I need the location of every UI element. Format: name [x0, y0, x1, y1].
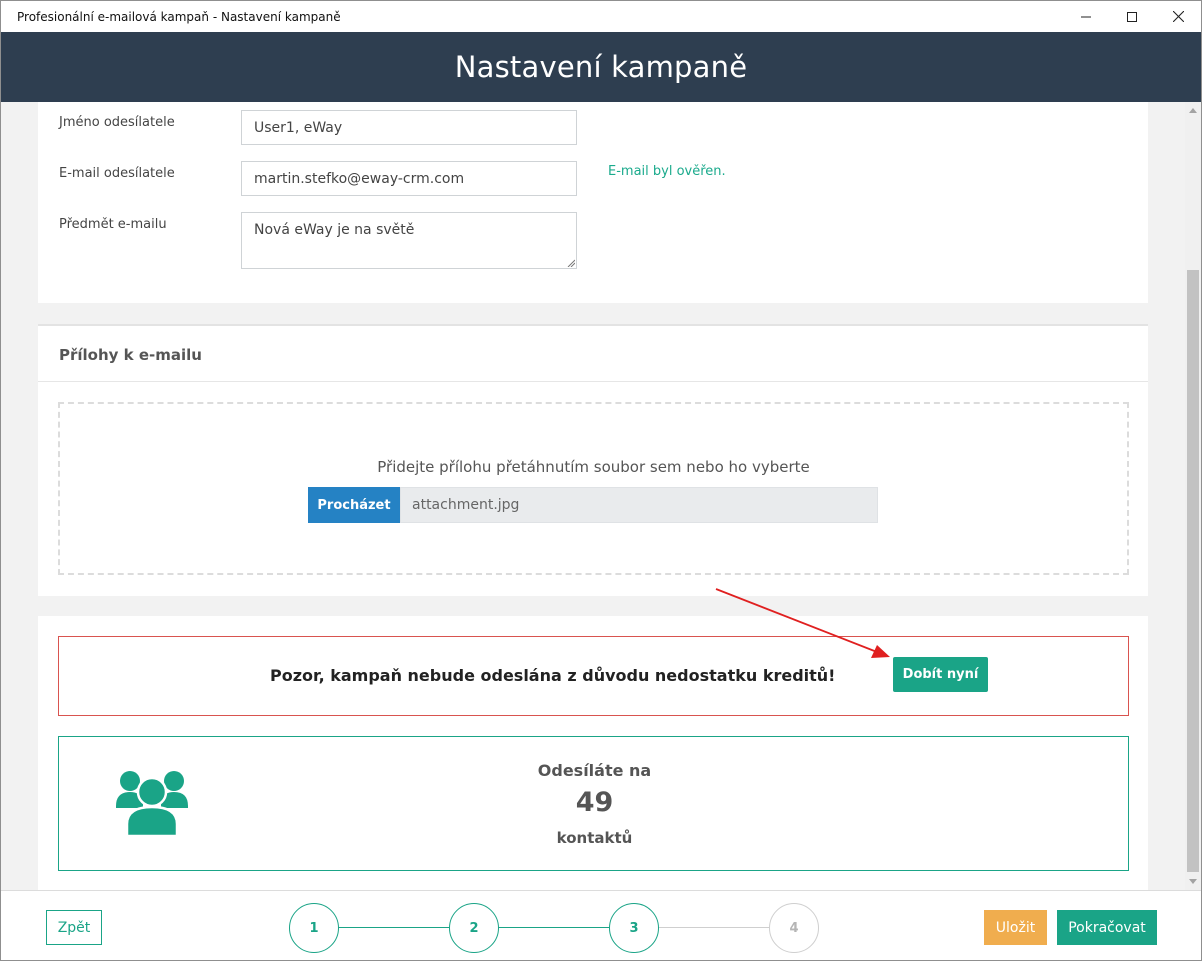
- save-button[interactable]: Uložit: [984, 910, 1047, 945]
- sender-settings-card: Jméno odesílatele User1, eWay E-mail ode…: [38, 102, 1148, 303]
- summary-card: Pozor, kampaň nebude odeslána z důvodu n…: [38, 616, 1148, 890]
- sender-name-row: Jméno odesílatele User1, eWay: [38, 103, 1148, 145]
- email-verified-text: E-mail byl ověřen.: [608, 164, 726, 179]
- step-4: 4: [769, 903, 819, 953]
- subject-text: Nová eWay je na světě: [254, 222, 415, 238]
- app-window: Profesionální e-mailová kampaň - Nastave…: [0, 0, 1202, 961]
- file-name-field[interactable]: attachment.jpg: [400, 487, 878, 523]
- maximize-button[interactable]: [1109, 1, 1155, 32]
- credits-alert-message: Pozor, kampaň nebude odeslána z důvodu n…: [270, 666, 836, 685]
- minimize-icon: [1081, 16, 1091, 17]
- step-connector: [658, 927, 769, 928]
- minimize-button[interactable]: [1063, 1, 1109, 32]
- sender-name-label: Jméno odesílatele: [59, 115, 175, 130]
- attachments-title: Přílohy k e-mailu: [59, 346, 202, 364]
- recipients-box: Odesíláte na 49 kontaktů: [58, 736, 1129, 871]
- step-1[interactable]: 1: [289, 903, 339, 953]
- scroll-down-icon: [1189, 879, 1197, 884]
- page-header: Nastavení kampaně: [1, 32, 1201, 102]
- step-2[interactable]: 2: [449, 903, 499, 953]
- title-bar[interactable]: Profesionální e-mailová kampaň - Nastave…: [1, 1, 1201, 32]
- vertical-scrollbar[interactable]: [1185, 102, 1201, 890]
- browse-button[interactable]: Procházet: [308, 487, 400, 523]
- close-button[interactable]: [1155, 1, 1201, 32]
- topup-now-button[interactable]: Dobít nyní: [893, 657, 988, 692]
- window-title: Profesionální e-mailová kampaň - Nastave…: [17, 9, 341, 24]
- scroll-up-icon: [1189, 108, 1197, 113]
- annotation-arrow-icon: [715, 588, 890, 658]
- sender-name-input[interactable]: User1, eWay: [241, 110, 577, 145]
- attachments-card: Přílohy k e-mailu Přidejte přílohu přetá…: [38, 324, 1148, 596]
- scroll-up-button[interactable]: [1185, 102, 1201, 119]
- subject-label: Předmět e-mailu: [59, 217, 167, 232]
- subject-row: Předmět e-mailu Nová eWay je na světě: [38, 205, 1148, 269]
- sender-email-label: E-mail odesílatele: [59, 166, 175, 181]
- sender-email-row: E-mail odesílatele martin.stefko@eway-cr…: [38, 154, 1148, 196]
- step-connector: [338, 927, 449, 928]
- sender-email-input[interactable]: martin.stefko@eway-crm.com: [241, 161, 577, 196]
- wizard-footer: Zpět 1 2 3 4 Uložit Pokračovat: [1, 890, 1201, 960]
- resize-grip-icon[interactable]: [566, 258, 575, 267]
- scroll-thumb[interactable]: [1187, 270, 1199, 872]
- step-connector: [498, 927, 609, 928]
- credits-alert: Pozor, kampaň nebude odeslána z důvodu n…: [58, 636, 1129, 716]
- step-3-current[interactable]: 3: [609, 903, 659, 953]
- contacts-label: kontaktů: [556, 829, 633, 847]
- scroll-down-button[interactable]: [1185, 873, 1201, 890]
- attachment-dropzone[interactable]: Přidejte přílohu přetáhnutím soubor sem …: [58, 402, 1129, 575]
- page-title: Nastavení kampaně: [454, 50, 748, 84]
- maximize-icon: [1127, 11, 1137, 22]
- subject-textarea[interactable]: Nová eWay je na světě: [241, 212, 577, 269]
- contact-count: 49: [575, 787, 614, 818]
- sending-to-label: Odesíláte na: [537, 761, 652, 780]
- section-divider: [38, 381, 1148, 382]
- dropzone-text: Přidejte přílohu přetáhnutím soubor sem …: [377, 458, 810, 476]
- back-button[interactable]: Zpět: [46, 910, 102, 945]
- close-icon: [1172, 11, 1184, 22]
- continue-button[interactable]: Pokračovat: [1057, 910, 1157, 945]
- scroll-content: Jméno odesílatele User1, eWay E-mail ode…: [1, 102, 1185, 890]
